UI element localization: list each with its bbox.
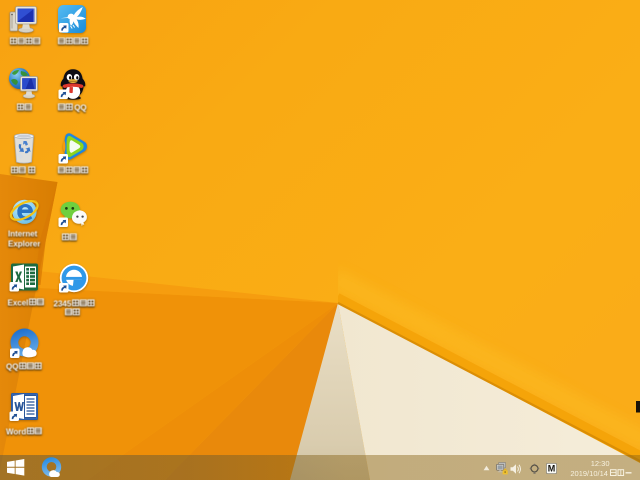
svg-text:Word: Word bbox=[6, 428, 26, 436]
svg-text:Internet: Internet bbox=[8, 230, 38, 238]
svg-text:Excel: Excel bbox=[8, 299, 29, 307]
svg-text:QQ: QQ bbox=[74, 104, 86, 112]
svg-text:QQ: QQ bbox=[6, 363, 18, 371]
svg-text:M: M bbox=[547, 463, 555, 473]
svg-text:Explorer: Explorer bbox=[8, 239, 40, 247]
svg-text:2345: 2345 bbox=[53, 299, 71, 307]
